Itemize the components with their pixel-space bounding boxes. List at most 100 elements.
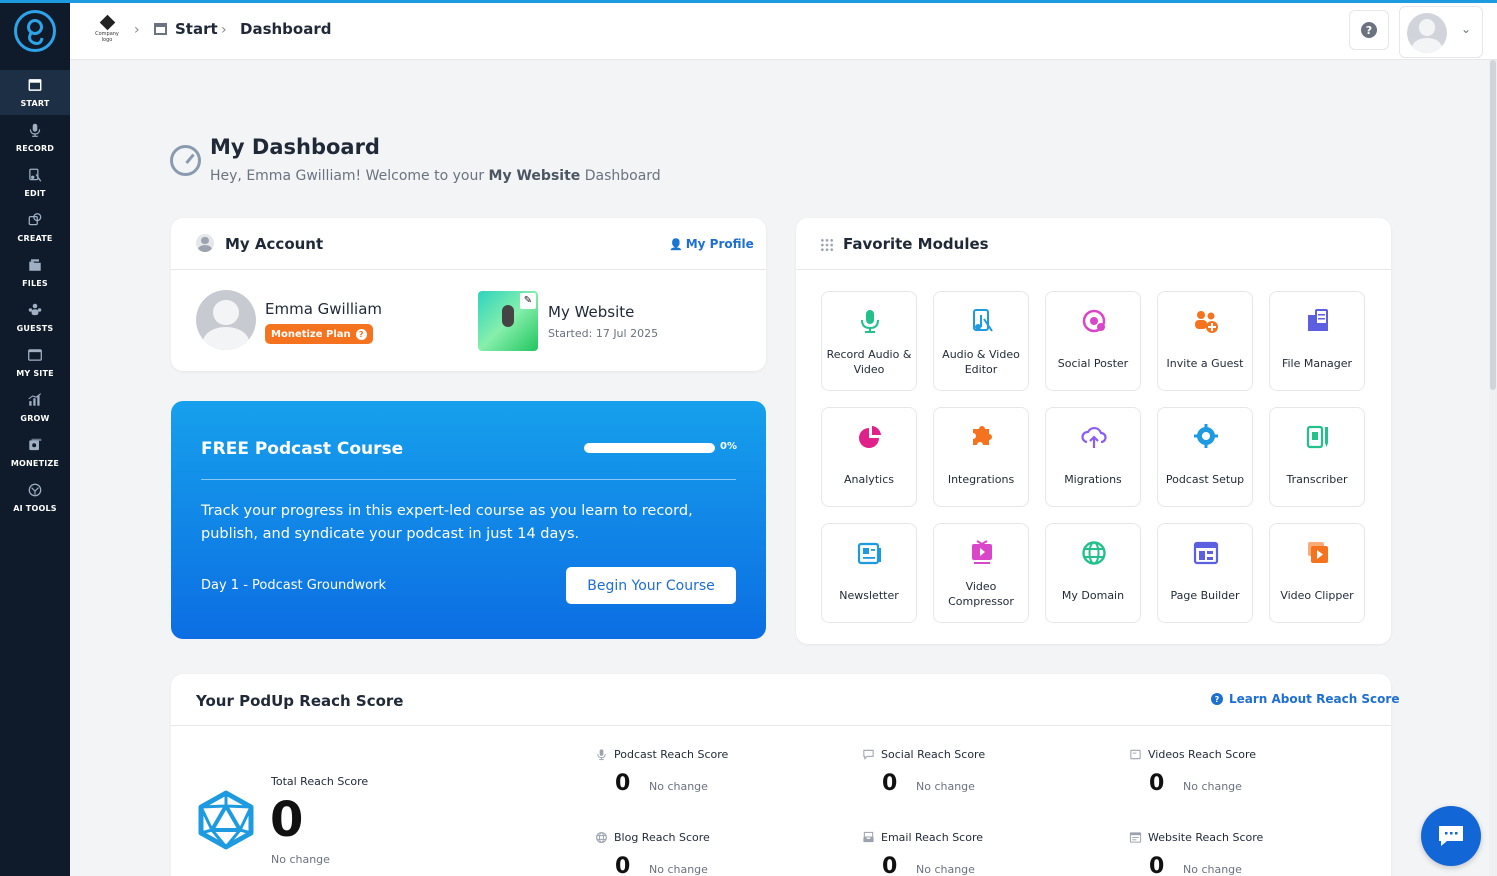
reach-score-label: Blog Reach Score (614, 831, 710, 844)
app-logo[interactable] (14, 10, 56, 52)
sidebar-item-my-site[interactable]: MY SITE (0, 340, 70, 385)
subtitle-suffix: Dashboard (580, 168, 661, 184)
user-icon (196, 234, 214, 252)
user-icon: 👤 (669, 238, 683, 251)
module-audio-and-video-editor[interactable]: Audio & Video Editor (933, 291, 1029, 391)
reach-score-title: Social Reach Score (862, 748, 985, 761)
sidebar-item-record[interactable]: RECORD (0, 115, 70, 160)
module-transcriber[interactable]: Transcriber (1269, 407, 1365, 507)
sidebar-item-label: GROW (20, 414, 50, 423)
card-header: Your PodUp Reach Score ? Learn About Reac… (171, 674, 1399, 726)
sidebar-item-label: MY SITE (16, 369, 54, 378)
grid-dots-icon (820, 238, 834, 252)
start-icon (27, 77, 43, 97)
scrollbar-thumb[interactable] (1490, 60, 1496, 390)
reach-score-change: No change (1183, 780, 1242, 793)
sidebar-item-edit[interactable]: EDIT (0, 160, 70, 205)
sidebar-item-create[interactable]: CREATE (0, 205, 70, 250)
edit-icon (27, 167, 43, 187)
course-day: Day 1 - Podcast Groundwork (201, 578, 387, 593)
sidebar-item-start[interactable]: START (0, 70, 70, 115)
module-video-clipper[interactable]: Video Clipper (1269, 523, 1365, 623)
module-podcast-setup[interactable]: Podcast Setup (1157, 407, 1253, 507)
module-video-compressor[interactable]: Video Compressor (933, 523, 1029, 623)
sidebar-nav: START RECORD EDIT CREATE FILES GUESTS MY SITE G… (0, 70, 70, 520)
page-scrollbar[interactable] (1489, 60, 1497, 876)
cloud-upload-icon (1080, 423, 1108, 451)
live-chat-button[interactable] (1421, 806, 1481, 866)
module-social-poster[interactable]: Social Poster (1045, 291, 1141, 391)
plan-badge[interactable]: Monetize Plan? (265, 324, 373, 344)
module-label: Newsletter (839, 588, 899, 602)
total-reach-label: Total Reach Score (271, 775, 369, 788)
reach-score-label: Social Reach Score (881, 748, 986, 761)
card-header: Favorite Modules (796, 218, 1391, 270)
module-label: Integrations (947, 472, 1015, 486)
company-logo-line2: logo (101, 37, 113, 43)
globe-icon (595, 831, 608, 844)
monetize-icon (27, 437, 43, 457)
company-logo[interactable]: Company logo (90, 13, 124, 49)
breadcrumb-current: Dashboard (240, 20, 332, 38)
browser-icon (1129, 831, 1142, 844)
module-label: Social Poster (1057, 356, 1129, 370)
reach-score-change: No change (649, 780, 708, 793)
video-compressor-icon (968, 539, 996, 567)
chart-icon (27, 392, 43, 412)
sidebar-item-grow[interactable]: GROW (0, 385, 70, 430)
mic-icon (27, 122, 43, 142)
puzzle-icon (968, 423, 996, 451)
card-header: My Account 👤 My Profile (171, 218, 766, 270)
plan-label: Monetize Plan (271, 328, 351, 340)
question-icon: ? (1211, 693, 1223, 705)
guests-icon (27, 302, 43, 322)
create-icon (27, 212, 43, 232)
page-title: My Dashboard (210, 135, 380, 159)
mic-icon (595, 748, 608, 761)
my-profile-link[interactable]: 👤 My Profile (669, 237, 754, 251)
reach-score-label: Website Reach Score (1148, 831, 1264, 844)
sidebar-item-label: START (20, 99, 50, 108)
module-integrations[interactable]: Integrations (933, 407, 1029, 507)
avatar[interactable] (196, 290, 256, 350)
site-started-date: Started: 17 Jul 2025 (548, 327, 659, 340)
begin-course-button[interactable]: Begin Your Course (566, 567, 736, 604)
top-accent-line (0, 0, 1497, 3)
module-migrations[interactable]: Migrations (1045, 407, 1141, 507)
pencil-icon[interactable]: ✎ (520, 293, 536, 309)
module-newsletter[interactable]: Newsletter (821, 523, 917, 623)
module-my-domain[interactable]: My Domain (1045, 523, 1141, 623)
reach-score-value: 0 (1149, 771, 1165, 796)
reach-score-label: Videos Reach Score (1148, 748, 1257, 761)
sidebar-item-ai-tools[interactable]: AI TOOLS (0, 475, 70, 520)
module-file-manager[interactable]: File Manager (1269, 291, 1365, 391)
total-reach-change: No change (271, 853, 330, 866)
site-name: My Website (548, 303, 635, 321)
top-header: Company logo › Start › Dashboard ? ⌄ (70, 3, 1497, 60)
globe-icon (1080, 539, 1108, 567)
module-label: Transcriber (1286, 472, 1348, 486)
reach-score-card: Your PodUp Reach Score ? Learn About Reac… (171, 674, 1399, 876)
module-analytics[interactable]: Analytics (821, 407, 917, 507)
learn-reach-score-link[interactable]: ? Learn About Reach Score (1211, 692, 1399, 706)
help-button[interactable]: ? (1349, 10, 1389, 50)
invite-guest-icon (1192, 307, 1220, 335)
sidebar-item-files[interactable]: FILES (0, 250, 70, 295)
sidebar-item-monetize[interactable]: MONETIZE (0, 430, 70, 475)
module-label: Audio & Video Editor (942, 348, 1020, 376)
module-invite-a-guest[interactable]: Invite a Guest (1157, 291, 1253, 391)
chat-icon (1439, 826, 1463, 846)
module-record-audio-and-video[interactable]: Record Audio & Video (821, 291, 917, 391)
reach-score-change: No change (916, 863, 975, 876)
user-menu-button[interactable]: ⌄ (1399, 6, 1483, 58)
course-title: FREE Podcast Course (201, 439, 404, 459)
module-label: Page Builder (1170, 588, 1240, 602)
card-title: Favorite Modules (843, 235, 989, 253)
breadcrumb-start[interactable]: Start (175, 20, 218, 38)
sidebar-item-guests[interactable]: GUESTS (0, 295, 70, 340)
chevron-down-icon: ⌄ (1461, 22, 1472, 36)
module-page-builder[interactable]: Page Builder (1157, 523, 1253, 623)
total-reach-value: 0 (270, 792, 304, 848)
course-progress-bar (584, 443, 715, 453)
site-thumbnail[interactable]: ✎ (478, 291, 538, 351)
